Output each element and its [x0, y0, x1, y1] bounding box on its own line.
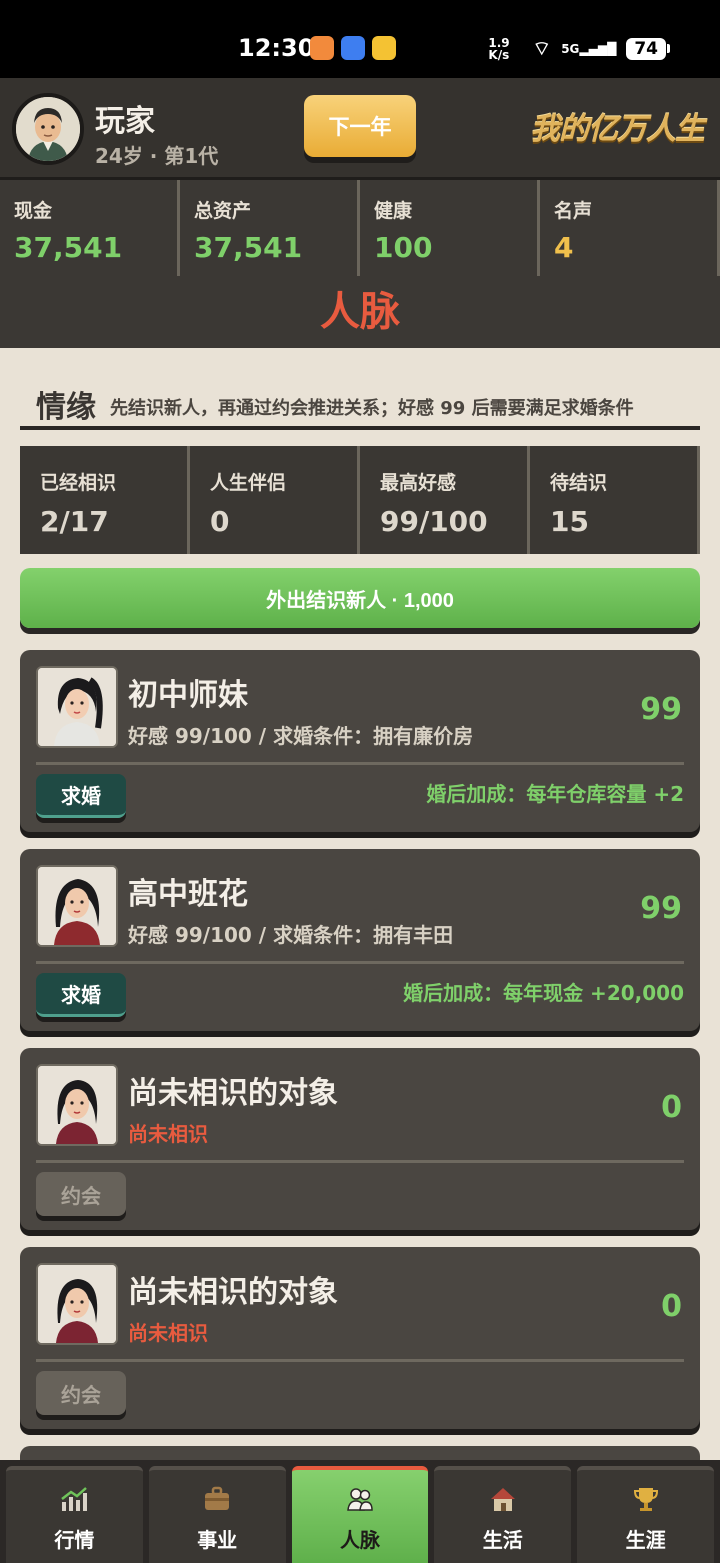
stat-highest-affection: 最高好感 99/100: [360, 446, 530, 554]
person-status: 尚未相识: [128, 1321, 208, 1345]
stat-label: 人生伴侣: [210, 472, 287, 494]
card-divider: [36, 961, 684, 964]
affection-score: 0: [661, 1090, 682, 1125]
tab-label: 事业: [197, 1528, 238, 1552]
bottom-tab-bar: 行情 事业 人脉 生活 生涯: [0, 1460, 720, 1563]
date-button[interactable]: 约会: [36, 1172, 126, 1216]
person-name: 高中班花: [128, 877, 248, 912]
card-divider: [36, 1359, 684, 1362]
stat-value: 37,541: [194, 231, 303, 264]
stat-to-meet: 待结识 15: [530, 446, 700, 554]
person-card: 尚未相识的对象 尚未相识 0 约会: [20, 1247, 700, 1429]
affection-score: 0: [661, 1289, 682, 1324]
stat-value: 100: [374, 231, 433, 264]
briefcase-icon: [205, 1486, 230, 1510]
stat-fame: 名声 4: [540, 180, 720, 276]
affection-score: 99: [640, 692, 682, 727]
person-info: 好感 99/100 / 求婚条件：拥有廉价房: [128, 724, 474, 748]
battery-tip: [667, 44, 670, 53]
chart-icon: [61, 1487, 88, 1511]
stat-value: 99/100: [380, 505, 488, 538]
player-name: 玩家: [95, 104, 155, 139]
health-app-icon: [310, 36, 334, 60]
stat-label: 最高好感: [380, 472, 457, 494]
status-right: 1.9 K/s ⌔ 5G▂▄▆█ 74: [488, 36, 670, 61]
tab-market[interactable]: 行情: [6, 1466, 143, 1563]
stat-label: 已经相识: [40, 472, 117, 494]
tab-career[interactable]: 事业: [148, 1466, 286, 1563]
stat-total-assets: 总资产 37,541: [180, 180, 360, 276]
tab-label: 生涯: [625, 1528, 666, 1552]
game-logo: 我的亿万人生: [530, 112, 705, 147]
person-status: 尚未相识: [128, 1122, 208, 1146]
tab-label: 生活: [482, 1528, 523, 1552]
page-title: 人脉: [0, 276, 720, 348]
stat-cash: 现金 37,541: [0, 180, 180, 276]
relationships-panel[interactable]: 情缘 先结识新人，再通过约会推进关系；好感 99 后需要满足求婚条件 已经相识 …: [0, 348, 720, 1460]
affection-score: 99: [640, 891, 682, 926]
stat-acquainted: 已经相识 2/17: [20, 446, 190, 554]
status-time: 12:30: [238, 34, 315, 62]
person-name: 尚未相识的对象: [128, 1275, 338, 1310]
stat-value: 4: [554, 231, 574, 264]
tab-career-history[interactable]: 生涯: [577, 1466, 714, 1563]
propose-button[interactable]: 求婚: [36, 973, 126, 1017]
next-year-button[interactable]: 下一年: [304, 95, 416, 157]
portrait-unknown: [36, 1263, 118, 1345]
portrait-unknown: [36, 1064, 118, 1146]
card-divider: [36, 1160, 684, 1163]
portrait-junior-schoolmate: [36, 666, 118, 748]
stat-value: 2/17: [40, 505, 109, 538]
stat-label: 健康: [374, 200, 413, 222]
person-card: 高中班花 好感 99/100 / 求婚条件：拥有丰田 99 求婚 婚后加成：每年…: [20, 849, 700, 1031]
card-divider: [36, 762, 684, 765]
tab-network[interactable]: 人脉: [291, 1466, 429, 1563]
person-card: 尚未相识的对象 尚未相识 0 约会: [20, 1048, 700, 1230]
person-name: 初中师妹: [128, 678, 248, 713]
player-age-generation: 24岁 · 第1代: [95, 144, 219, 168]
stat-label: 现金: [14, 200, 53, 222]
stat-label: 总资产: [194, 200, 252, 222]
player-stats: 现金 37,541 总资产 37,541 健康 100 名声 4: [0, 180, 720, 276]
net-speed: 1.9 K/s: [488, 35, 510, 62]
portrait-high-school-belle: [36, 865, 118, 947]
person-name: 尚未相识的对象: [128, 1076, 338, 1111]
cellular-signal: 5G▂▄▆█: [561, 41, 617, 56]
person-info: 好感 99/100 / 求婚条件：拥有丰田: [128, 923, 454, 947]
player-avatar[interactable]: [12, 93, 84, 165]
marriage-bonus: 婚后加成：每年现金 +20,000: [403, 981, 684, 1005]
romance-stats: 已经相识 2/17 人生伴侣 0 最高好感 99/100 待结识 15: [20, 446, 700, 554]
stat-value: 15: [550, 505, 589, 538]
propose-button[interactable]: 求婚: [36, 774, 126, 818]
wifi-icon: ⌔: [532, 36, 552, 60]
stat-value: 0: [210, 505, 230, 538]
romance-title: 情缘: [36, 390, 96, 425]
message-app-icon: [341, 36, 365, 60]
battery-indicator: 74: [626, 37, 666, 60]
person-card: 初中师妹 好感 99/100 / 求婚条件：拥有廉价房 99 求婚 婚后加成：每…: [20, 650, 700, 832]
stat-partner: 人生伴侣 0: [190, 446, 360, 554]
trophy-icon: [633, 1488, 658, 1511]
house-icon: [490, 1488, 515, 1511]
romance-header: 情缘 先结识新人，再通过约会推进关系；好感 99 后需要满足求婚条件: [20, 378, 700, 430]
stat-health: 健康 100: [360, 180, 540, 276]
people-icon: [347, 1488, 373, 1511]
marriage-bonus: 婚后加成：每年仓库容量 +2: [426, 782, 684, 806]
tab-label: 人脉: [339, 1528, 380, 1552]
romance-description: 先结识新人，再通过约会推进关系；好感 99 后需要满足求婚条件: [110, 398, 634, 419]
meet-new-people-button[interactable]: 外出结识新人 · 1,000: [20, 568, 700, 628]
status-bar: 12:30 1.9 K/s ⌔ 5G▂▄▆█ 74: [0, 0, 720, 78]
date-button[interactable]: 约会: [36, 1371, 126, 1415]
person-card-partial: [20, 1446, 700, 1460]
stat-label: 待结识: [550, 472, 608, 494]
tab-label: 行情: [54, 1528, 95, 1552]
stat-value: 37,541: [14, 231, 123, 264]
tab-life[interactable]: 生活: [434, 1466, 572, 1563]
stat-label: 名声: [554, 200, 593, 222]
weather-app-icon: [372, 36, 396, 60]
game-header: 玩家 24岁 · 第1代 下一年 我的亿万人生: [0, 78, 720, 180]
